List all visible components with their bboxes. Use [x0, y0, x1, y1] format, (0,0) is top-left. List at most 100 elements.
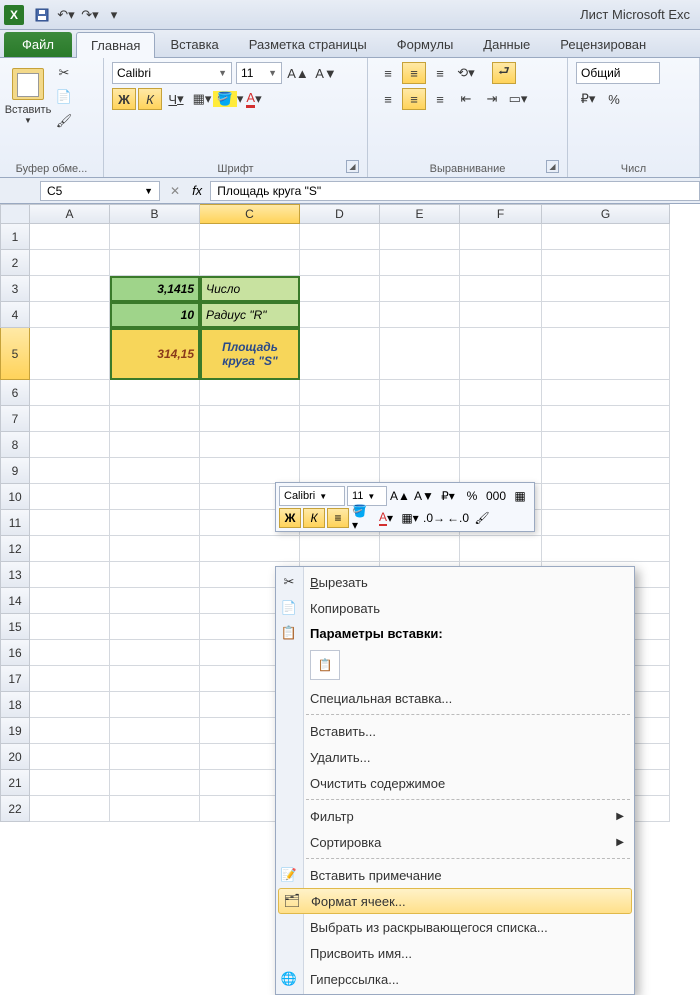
cm-paste-special[interactable]: Специальная вставка...	[276, 685, 634, 711]
cell-D6[interactable]	[300, 380, 380, 406]
cell-C9[interactable]	[200, 458, 300, 484]
cell-B1[interactable]	[110, 224, 200, 250]
cell-B18[interactable]	[110, 692, 200, 718]
cell-F5[interactable]	[460, 328, 542, 380]
cell-F4[interactable]	[460, 302, 542, 328]
cell-A19[interactable]	[30, 718, 110, 744]
cell-F8[interactable]	[460, 432, 542, 458]
cm-define-name[interactable]: Присвоить имя...	[276, 940, 634, 966]
cell-B4[interactable]: 10	[110, 302, 200, 328]
cell-E5[interactable]	[380, 328, 460, 380]
cell-G11[interactable]	[542, 510, 670, 536]
mini-decrease-decimal[interactable]: ←.0	[447, 508, 469, 528]
mini-percent[interactable]: %	[461, 486, 483, 506]
cell-F7[interactable]	[460, 406, 542, 432]
cell-G3[interactable]	[542, 276, 670, 302]
cell-F1[interactable]	[460, 224, 542, 250]
cell-A20[interactable]	[30, 744, 110, 770]
cell-A2[interactable]	[30, 250, 110, 276]
tab-data[interactable]: Данные	[468, 31, 545, 57]
cell-A21[interactable]	[30, 770, 110, 796]
cell-B3[interactable]: 3,1415	[110, 276, 200, 302]
cell-A1[interactable]	[30, 224, 110, 250]
cell-A13[interactable]	[30, 562, 110, 588]
cell-C1[interactable]	[200, 224, 300, 250]
qat-redo-button[interactable]: ↷▾	[79, 4, 101, 26]
cell-G7[interactable]	[542, 406, 670, 432]
row-header-10[interactable]: 10	[0, 484, 30, 510]
fx-icon[interactable]: fx	[192, 183, 202, 198]
formula-input[interactable]: Площадь круга "S"	[210, 181, 700, 201]
grow-font-button[interactable]: A▲	[286, 62, 310, 84]
cell-G6[interactable]	[542, 380, 670, 406]
row-header-13[interactable]: 13	[0, 562, 30, 588]
row-header-12[interactable]: 12	[0, 536, 30, 562]
cell-A18[interactable]	[30, 692, 110, 718]
cell-E1[interactable]	[380, 224, 460, 250]
cm-clear[interactable]: Очистить содержимое	[276, 770, 634, 796]
qat-customize-button[interactable]: ▾	[103, 4, 125, 26]
cell-B5[interactable]: 314,15	[110, 328, 200, 380]
cell-G10[interactable]	[542, 484, 670, 510]
cell-A3[interactable]	[30, 276, 110, 302]
cell-A14[interactable]	[30, 588, 110, 614]
cell-B21[interactable]	[110, 770, 200, 796]
cell-C8[interactable]	[200, 432, 300, 458]
mini-grow-font[interactable]: A▲	[389, 486, 411, 506]
merge-center-button[interactable]: ▭▾	[506, 88, 530, 110]
mini-fill-color[interactable]: 🪣▾	[351, 508, 373, 528]
increase-indent-button[interactable]: ⇥	[480, 88, 504, 110]
cell-B17[interactable]	[110, 666, 200, 692]
cell-G4[interactable]	[542, 302, 670, 328]
column-header-E[interactable]: E	[380, 204, 460, 224]
column-header-G[interactable]: G	[542, 204, 670, 224]
cell-C4[interactable]: Радиус "R"	[200, 302, 300, 328]
alignment-launcher[interactable]: ◢	[546, 160, 559, 173]
align-bottom-button[interactable]: ≡	[428, 62, 452, 84]
cell-A5[interactable]	[30, 328, 110, 380]
cell-E2[interactable]	[380, 250, 460, 276]
cell-C6[interactable]	[200, 380, 300, 406]
row-header-20[interactable]: 20	[0, 744, 30, 770]
column-header-B[interactable]: B	[110, 204, 200, 224]
mini-shrink-font[interactable]: A▼	[413, 486, 435, 506]
cell-D7[interactable]	[300, 406, 380, 432]
align-middle-button[interactable]: ≡	[402, 62, 426, 84]
cell-C12[interactable]	[200, 536, 300, 562]
select-all-corner[interactable]	[0, 204, 30, 224]
mini-align-center[interactable]: ≡	[327, 508, 349, 528]
align-top-button[interactable]: ≡	[376, 62, 400, 84]
cell-B2[interactable]	[110, 250, 200, 276]
cell-B11[interactable]	[110, 510, 200, 536]
cell-G1[interactable]	[542, 224, 670, 250]
cell-E3[interactable]	[380, 276, 460, 302]
cell-F12[interactable]	[460, 536, 542, 562]
align-right-button[interactable]: ≡	[428, 88, 452, 110]
cm-dropdown-list[interactable]: Выбрать из раскрывающегося списка...	[276, 914, 634, 940]
cm-comment[interactable]: 📝Вставить примечание	[276, 862, 634, 888]
mini-format-painter[interactable]: 🖌	[471, 508, 493, 528]
cell-B8[interactable]	[110, 432, 200, 458]
column-header-A[interactable]: A	[30, 204, 110, 224]
cm-cut[interactable]: ✂Вырезать	[276, 569, 634, 595]
cell-D9[interactable]	[300, 458, 380, 484]
align-left-button[interactable]: ≡	[376, 88, 400, 110]
cm-format-cells[interactable]: 🗂Формат ячеек...	[278, 888, 632, 914]
copy-button[interactable]: 📄	[52, 86, 76, 108]
number-format-combo[interactable]: Общий	[576, 62, 660, 84]
row-header-21[interactable]: 21	[0, 770, 30, 796]
currency-button[interactable]: ₽▾	[576, 88, 600, 110]
row-header-6[interactable]: 6	[0, 380, 30, 406]
cell-D1[interactable]	[300, 224, 380, 250]
qat-undo-button[interactable]: ↶▾	[55, 4, 77, 26]
cell-A6[interactable]	[30, 380, 110, 406]
row-header-22[interactable]: 22	[0, 796, 30, 822]
fill-color-button[interactable]: 🪣▾	[216, 88, 240, 110]
cell-G2[interactable]	[542, 250, 670, 276]
shrink-font-button[interactable]: A▼	[314, 62, 338, 84]
cell-F9[interactable]	[460, 458, 542, 484]
cm-copy[interactable]: 📄Копировать	[276, 595, 634, 621]
row-header-11[interactable]: 11	[0, 510, 30, 536]
cm-insert[interactable]: Вставить...	[276, 718, 634, 744]
cell-F2[interactable]	[460, 250, 542, 276]
